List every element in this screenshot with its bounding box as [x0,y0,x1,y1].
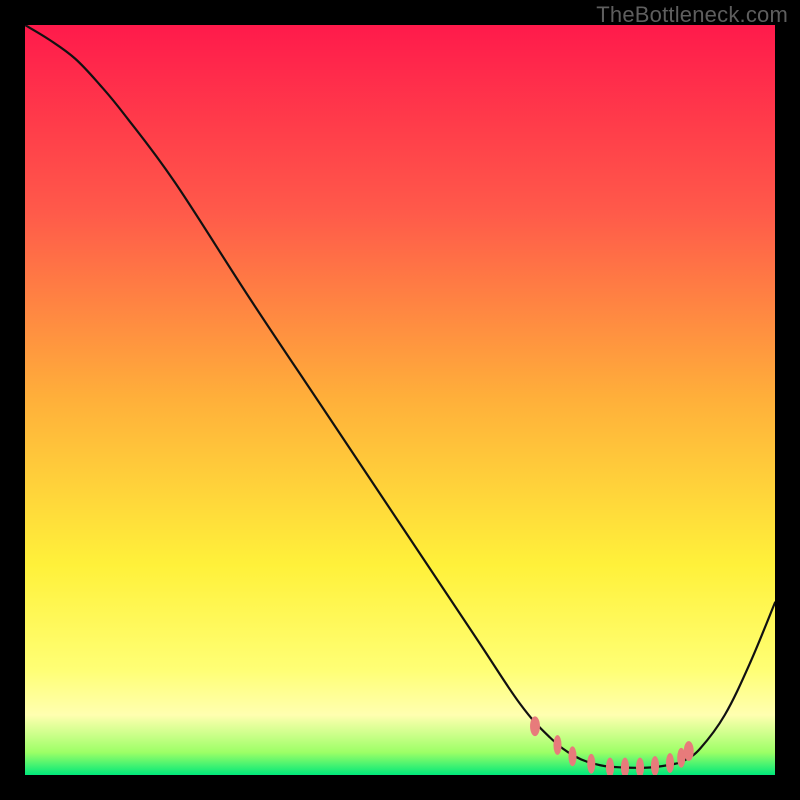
curve-line [25,25,775,768]
marker-dot [666,753,674,773]
marker-dot [636,758,644,775]
plot-area [25,25,775,775]
marker-dot [606,758,614,775]
marker-dot [621,758,629,775]
marker-dot [684,741,694,761]
marker-dot [553,735,561,755]
watermark-text: TheBottleneck.com [596,2,788,28]
marker-dot [587,754,595,774]
marker-dot [651,756,659,775]
marker-group [530,716,694,775]
chart-svg [25,25,775,775]
chart-container: TheBottleneck.com [0,0,800,800]
marker-dot [530,716,540,736]
marker-dot [568,746,576,766]
